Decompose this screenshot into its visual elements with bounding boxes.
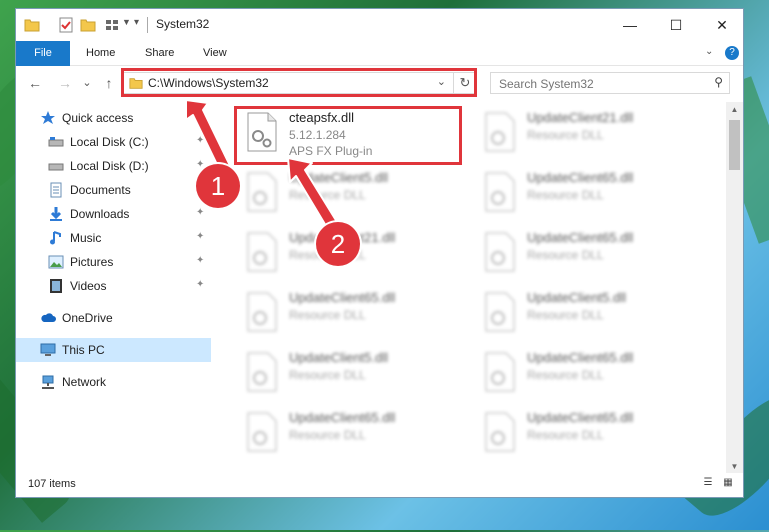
annotation-badge-2: 2 <box>316 222 360 266</box>
annotation-badge-1: 1 <box>196 164 240 208</box>
annotation-arrows <box>185 99 343 237</box>
